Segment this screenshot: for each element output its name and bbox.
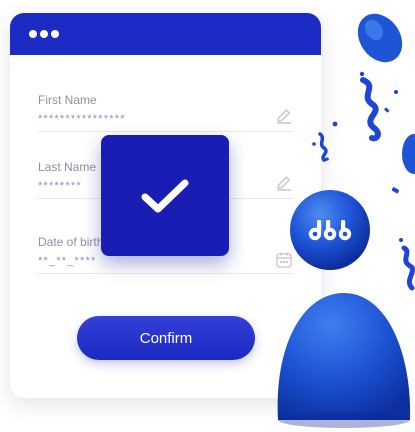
field-divider — [38, 131, 293, 132]
confirm-button[interactable]: Confirm — [77, 316, 255, 360]
first-name-label: First Name — [38, 93, 97, 107]
more-dots-icon[interactable] — [29, 30, 59, 38]
first-name-field[interactable]: First Name **************** — [38, 93, 293, 133]
field-divider — [38, 273, 293, 274]
success-check-tile — [101, 135, 229, 256]
date-of-birth-label: Date of birth — [38, 235, 104, 249]
last-name-label: Last Name — [38, 160, 97, 174]
dot — [40, 30, 48, 38]
date-of-birth-value[interactable]: **_**_**** — [38, 255, 96, 267]
dot — [29, 30, 37, 38]
confetti-decoration — [312, 13, 415, 291]
first-name-value[interactable]: **************** — [38, 113, 126, 125]
dot — [51, 30, 59, 38]
last-name-value[interactable]: ******** — [38, 180, 82, 192]
checkmark-icon — [141, 179, 189, 212]
pencil-icon[interactable] — [275, 107, 293, 125]
card-header — [10, 13, 321, 55]
